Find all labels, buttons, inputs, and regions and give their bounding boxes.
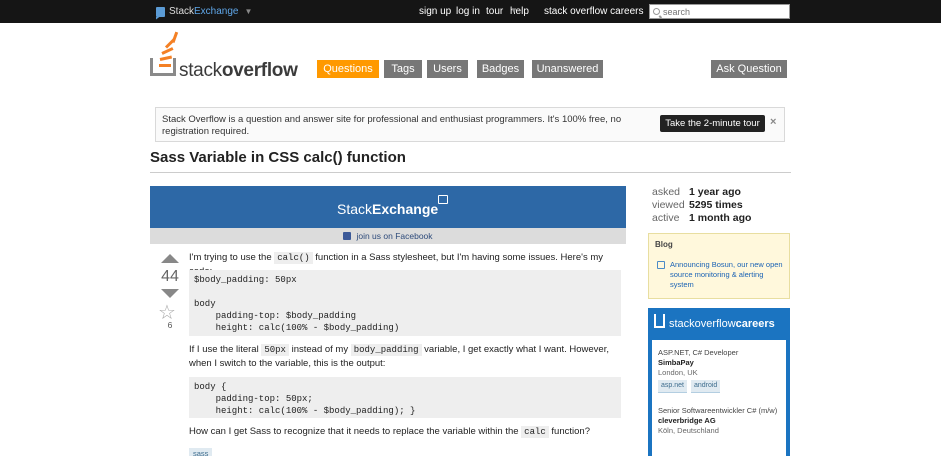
inline-code: calc [521,426,549,438]
search-icon [653,8,660,15]
ad-wordmark: StackExchange [337,201,439,217]
stackexchange-ad[interactable]: StackExchange [150,186,626,228]
stat-label: active [652,212,680,224]
upvote-arrow-icon[interactable] [161,254,179,263]
inline-code: calc() [274,252,313,264]
facebook-text: join us on Facebook [356,231,433,241]
logo-wordmark: stackoverflow [179,60,298,81]
nav-questions[interactable]: Questions [317,60,379,78]
paragraph-3: How can I get Sass to recognize that it … [189,426,590,438]
speech-bubble-icon [438,195,448,204]
stat-label: viewed [652,199,685,211]
close-icon[interactable]: × [770,116,776,128]
stat-value[interactable]: 1 year ago [689,186,741,198]
job-tag[interactable]: asp.net [658,380,687,393]
nav-badges[interactable]: Badges [477,60,524,78]
job-company: cleverbridge AG [658,416,716,425]
signup-link[interactable]: sign up [419,6,451,17]
tag-sass[interactable]: sass [189,448,213,456]
stackexchange-label: StackExchange [169,6,239,17]
nav-unanswered[interactable]: Unanswered [532,60,603,78]
stackexchange-icon [156,6,165,17]
top-bar: StackExchange ▼ sign up log in tour help… [0,0,941,23]
stat-value[interactable]: 1 month ago [689,212,751,224]
inline-code: 50px [261,344,289,356]
job-listing[interactable]: ASP.NET, C# Developer SimbaPay London, U… [658,348,784,393]
facebook-like-icon [343,232,352,240]
stat-value: 5295 times [689,199,743,211]
careers-logo-icon [654,314,665,328]
job-location: London, UK [658,368,698,377]
careers-list: ASP.NET, C# Developer SimbaPay London, U… [652,340,786,456]
stackoverflow-logo[interactable]: stackoverflow [150,31,310,82]
divider [150,172,791,173]
blog-widget: Blog Announcing Bosun, our new open sour… [648,233,790,299]
code-block-2: body { padding-top: 50px; height: calc(1… [189,377,621,418]
logo-stack-icon [155,31,181,68]
job-title[interactable]: ASP.NET, C# Developer [658,348,784,358]
careers-widget: stackoverflowcareers ASP.NET, C# Develop… [648,308,790,456]
careers-link[interactable]: stack overflow careers [544,6,643,17]
job-company: SimbaPay [658,358,694,367]
code-block-1: $body_padding: 50px body padding-top: $b… [189,270,621,336]
search-input[interactable] [663,6,783,17]
job-location: Köln, Deutschland [658,426,719,435]
stackexchange-menu[interactable]: StackExchange ▼ [156,5,252,18]
question-title[interactable]: Sass Variable in CSS calc() function [150,149,406,166]
tour-link[interactable]: tour [486,6,503,17]
job-title[interactable]: Senior Softwareentwickler C# (m/w) [658,406,784,416]
job-listing[interactable]: Senior Softwareentwickler C# (m/w) cleve… [658,406,784,436]
blog-heading: Blog [655,240,673,249]
help-caret-icon: ▼ [510,6,518,15]
dropdown-caret-icon: ▼ [244,7,253,16]
tour-button[interactable]: Take the 2-minute tour [660,115,765,132]
inline-code: body_padding [350,344,422,356]
blog-post-icon [657,261,665,269]
downvote-arrow-icon[interactable] [161,289,179,298]
ask-question-button[interactable]: Ask Question [711,60,787,78]
welcome-notice: Stack Overflow is a question and answer … [155,107,785,142]
notice-message: Stack Overflow is a question and answer … [162,114,622,137]
nav-users[interactable]: Users [427,60,468,78]
favorite-count: 6 [167,320,173,330]
stat-label: asked [652,186,681,198]
facebook-bar[interactable]: join us on Facebook [150,228,626,244]
blog-link[interactable]: Announcing Bosun, our new open source mo… [670,260,788,290]
paragraph-2: If I use the literal 50px instead of my … [189,344,609,369]
job-tag[interactable]: android [690,380,721,393]
careers-title: stackoverflowcareers [669,318,775,330]
vote-count: 44 [161,268,179,285]
login-link[interactable]: log in [456,6,480,17]
search-box[interactable] [649,4,790,19]
nav-tags[interactable]: Tags [384,60,422,78]
careers-header[interactable]: stackoverflowcareers [652,312,786,334]
